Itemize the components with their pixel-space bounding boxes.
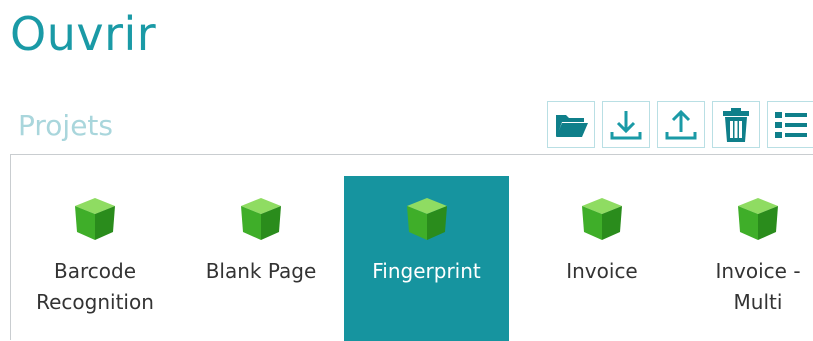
projects-panel: Barcode Recognition Blank Page Fingerpri…: [10, 154, 813, 341]
trash-icon: [723, 107, 749, 142]
cube-icon: [241, 198, 281, 240]
project-item-barcode-recognition[interactable]: Barcode Recognition: [25, 176, 165, 341]
project-item-blank-page[interactable]: Blank Page: [191, 176, 331, 341]
open-folder-button[interactable]: [547, 101, 595, 148]
import-button[interactable]: [602, 101, 650, 148]
upload-icon: [665, 109, 697, 139]
list-view-button[interactable]: [767, 101, 813, 148]
cube-icon: [582, 198, 622, 240]
project-item-invoice-multi[interactable]: Invoice - Multi: [703, 176, 813, 341]
export-button[interactable]: [657, 101, 705, 148]
folder-open-icon: [556, 114, 588, 137]
cube-icon: [75, 198, 115, 240]
project-label: Invoice: [566, 259, 638, 283]
cube-icon: [738, 198, 778, 240]
project-label: Fingerprint: [372, 259, 481, 283]
list-view-icon: [775, 111, 807, 138]
delete-button[interactable]: [712, 101, 760, 148]
project-item-invoice[interactable]: Invoice: [537, 176, 667, 341]
download-icon: [610, 110, 642, 139]
cube-icon: [406, 198, 447, 240]
project-label: Invoice - Multi: [715, 259, 801, 314]
page-title: Ouvrir: [10, 7, 157, 61]
project-label: Blank Page: [205, 259, 317, 283]
project-label: Barcode Recognition: [36, 259, 154, 314]
projects-toolbar: [547, 101, 813, 148]
project-item-fingerprint[interactable]: Fingerprint: [344, 176, 509, 341]
projects-section-title: Projets: [18, 109, 113, 142]
